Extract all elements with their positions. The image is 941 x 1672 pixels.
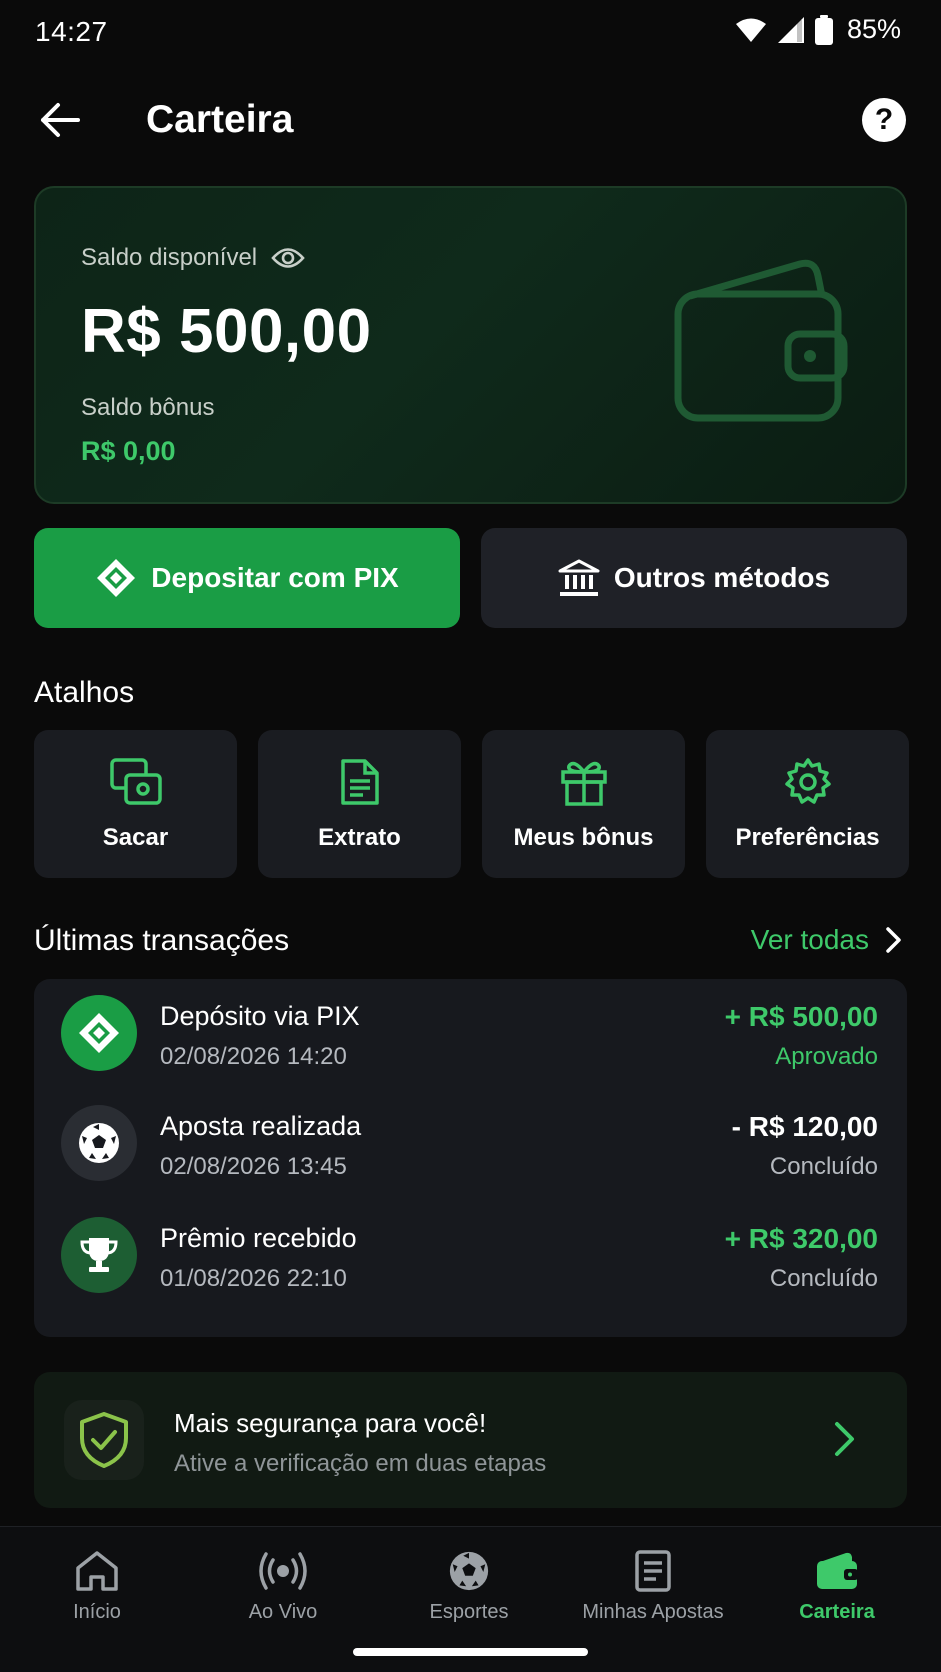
back-button[interactable] [36, 96, 84, 144]
other-methods-button[interactable]: Outros métodos [481, 528, 907, 628]
security-subtitle: Ative a verificação em duas etapas [174, 1450, 547, 1477]
transaction-date: 01/08/2026 22:10 [160, 1265, 347, 1292]
bonus-amount: R$ 0,00 [81, 436, 176, 466]
home-indicator[interactable] [353, 1648, 588, 1656]
bonus-label: Saldo bônus [81, 394, 215, 421]
nav-item-inicio[interactable]: Início [7, 1547, 187, 1624]
transaction-status: Concluído [769, 1265, 878, 1292]
other-methods-label: Outros métodos [613, 562, 831, 593]
nav-label: Início [73, 1601, 121, 1623]
withdraw-icon [109, 756, 163, 808]
see-all-link[interactable]: Ver todas [751, 924, 903, 956]
nav-label: Carteira [799, 1601, 875, 1623]
document-icon [339, 756, 381, 808]
trophy-icon [61, 1217, 137, 1293]
bank-icon [558, 559, 600, 596]
gift-icon [560, 756, 608, 808]
battery-percent: 85% [846, 14, 901, 44]
security-banner[interactable]: Mais segurança para você! Ative a verifi… [34, 1372, 907, 1508]
status-icons: 85% [735, 14, 901, 45]
wallet-icon [814, 1547, 860, 1595]
status-time: 14:27 [35, 16, 108, 47]
transaction-date: 02/08/2026 14:20 [160, 1043, 347, 1070]
transaction-amount: + R$ 500,00 [724, 1001, 878, 1032]
pix-icon [61, 995, 137, 1071]
transaction-amount: + R$ 320,00 [724, 1223, 878, 1254]
shortcut-extrato[interactable]: Extrato [258, 730, 461, 878]
transaction-date: 02/08/2026 13:45 [160, 1153, 347, 1180]
wallet-decoration-icon [674, 259, 848, 422]
app-header: Carteira ? [0, 84, 941, 156]
shortcuts-title: Atalhos [34, 676, 135, 709]
transaction-title: Depósito via PIX [160, 1001, 360, 1031]
home-icon [74, 1547, 120, 1595]
shortcut-preferencias[interactable]: Preferências [706, 730, 909, 878]
shortcut-label: Meus bônus [513, 824, 654, 851]
transactions-title: Últimas transações [34, 924, 290, 957]
status-bar: 14:27 85% [0, 0, 941, 64]
shield-check-icon [64, 1400, 144, 1480]
balance-label: Saldo disponível [81, 244, 258, 271]
see-all-label: Ver todas [750, 924, 869, 955]
live-icon [258, 1547, 308, 1595]
shortcut-meus-bonus[interactable]: Meus bônus [482, 730, 685, 878]
question-icon: ? [874, 103, 894, 136]
shortcuts-grid: Sacar Extrato Meus bônus Preferências [34, 730, 909, 878]
shortcut-sacar[interactable]: Sacar [34, 730, 237, 878]
bets-icon [634, 1547, 672, 1595]
transaction-row[interactable]: Aposta realizada 02/08/2026 13:45 - R$ 1… [34, 1089, 907, 1189]
gear-icon [783, 756, 833, 808]
transaction-title: Prêmio recebido [160, 1223, 357, 1253]
help-button[interactable]: ? [862, 98, 906, 142]
deposit-pix-button[interactable]: Depositar com PIX [34, 528, 460, 628]
arrow-left-icon [41, 103, 80, 137]
pix-icon [97, 559, 136, 597]
balance-amount: R$ 500,00 [81, 297, 372, 366]
chevron-right-icon [886, 927, 901, 953]
transaction-status: Aprovado [775, 1043, 878, 1070]
battery-icon [814, 14, 833, 45]
nav-item-esportes[interactable]: Esportes [379, 1547, 559, 1624]
nav-item-minhas-apostas[interactable]: Minhas Apostas [563, 1547, 743, 1624]
security-title: Mais segurança para você! [174, 1408, 487, 1438]
shortcut-label: Preferências [735, 824, 880, 851]
soccer-ball-icon [447, 1547, 491, 1595]
balance-label-row: Saldo disponível [81, 244, 305, 272]
deposit-pix-label: Depositar com PIX [151, 562, 399, 593]
transaction-status: Concluído [769, 1153, 878, 1180]
balance-card: Saldo disponível R$ 500,00 Saldo bônus R… [34, 186, 907, 504]
nav-label: Esportes [429, 1601, 509, 1623]
wifi-icon [735, 18, 766, 42]
transaction-row[interactable]: Prêmio recebido 01/08/2026 22:10 + R$ 32… [34, 1201, 907, 1301]
shortcut-label: Sacar [102, 824, 169, 851]
page-title: Carteira [146, 98, 294, 141]
nav-label: Minhas Apostas [582, 1601, 724, 1623]
transaction-title: Aposta realizada [160, 1111, 362, 1141]
transaction-amount: - R$ 120,00 [731, 1111, 878, 1142]
chevron-right-icon [835, 1422, 854, 1456]
nav-label: Ao Vivo [248, 1601, 318, 1623]
signal-icon [777, 16, 804, 43]
nav-item-carteira[interactable]: Carteira [747, 1547, 927, 1624]
transactions-list: Depósito via PIX 02/08/2026 14:20 + R$ 5… [34, 979, 907, 1337]
transaction-row[interactable]: Depósito via PIX 02/08/2026 14:20 + R$ 5… [34, 979, 907, 1079]
shortcut-label: Extrato [318, 824, 401, 851]
nav-item-ao-vivo[interactable]: Ao Vivo [193, 1547, 373, 1624]
eye-icon[interactable] [271, 247, 305, 269]
soccer-ball-icon [61, 1105, 137, 1181]
